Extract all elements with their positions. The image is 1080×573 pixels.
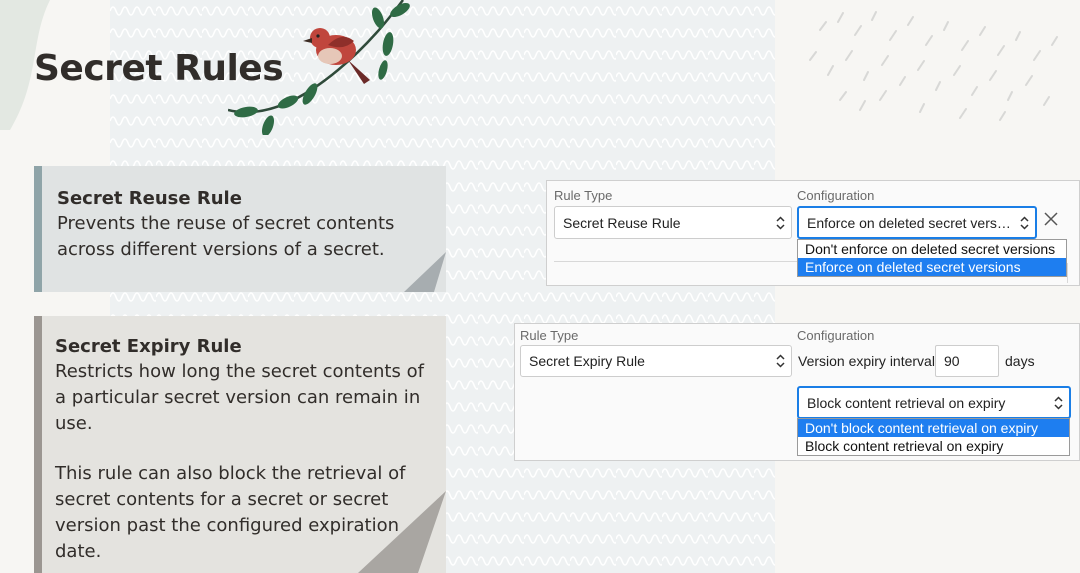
dropdown-option-selected[interactable]: Enforce on deleted secret versions (798, 258, 1066, 276)
configuration-label: Configuration (797, 188, 875, 203)
callout-body: Prevents the reuse of secret contents ac… (57, 213, 395, 260)
interval-label: Version expiry interval: (798, 353, 939, 369)
rule-type-value: Secret Reuse Rule (563, 214, 681, 231)
divider (1067, 263, 1068, 283)
configuration-label: Configuration (797, 328, 875, 343)
rule-type-value: Secret Expiry Rule (529, 353, 645, 369)
callout-accent-bar (34, 166, 42, 292)
updown-chevron-icon (1054, 395, 1063, 410)
retrieval-dropdown: Don't block content retrieval on expiry … (797, 418, 1070, 456)
dropdown-option[interactable]: Don't enforce on deleted secret versions (798, 240, 1066, 258)
configuration-dropdown: Don't enforce on deleted secret versions… (797, 239, 1067, 277)
callout-accent-bar (34, 316, 42, 573)
callout-heading: Secret Expiry Rule (55, 336, 242, 357)
callout-heading: Secret Reuse Rule (57, 188, 242, 209)
updown-chevron-icon (776, 215, 785, 230)
configuration-value: Enforce on deleted secret vers… (807, 214, 1011, 231)
updown-chevron-icon (776, 354, 785, 368)
interval-unit: days (1005, 353, 1035, 369)
page-fold (404, 252, 446, 292)
callout-body: Restricts how long the secret contents o… (55, 361, 424, 434)
page-fold (358, 491, 446, 573)
rule-type-label: Rule Type (520, 328, 579, 343)
retrieval-select[interactable]: Block content retrieval on expiry (797, 386, 1071, 419)
rule-type-select[interactable]: Secret Expiry Rule (520, 345, 792, 377)
configuration-select[interactable]: Enforce on deleted secret vers… (797, 206, 1037, 239)
close-icon[interactable] (1043, 211, 1059, 227)
expiry-interval-input[interactable]: 90 (935, 345, 999, 377)
expiry-rule-callout: Secret Expiry Rule Restricts how long th… (34, 316, 446, 573)
reuse-rule-callout: Secret Reuse Rule Prevents the reuse of … (34, 166, 446, 292)
bird-illustration (227, 0, 418, 137)
dropdown-option[interactable]: Block content retrieval on expiry (798, 437, 1069, 455)
dropdown-option-selected[interactable]: Don't block content retrieval on expiry (798, 419, 1069, 437)
rule-type-select[interactable]: Secret Reuse Rule (554, 206, 792, 239)
background-texture (780, 0, 1080, 130)
rule-type-label: Rule Type (554, 188, 613, 203)
updown-chevron-icon (1020, 215, 1029, 230)
divider (554, 261, 798, 262)
retrieval-value: Block content retrieval on expiry (807, 394, 1006, 411)
